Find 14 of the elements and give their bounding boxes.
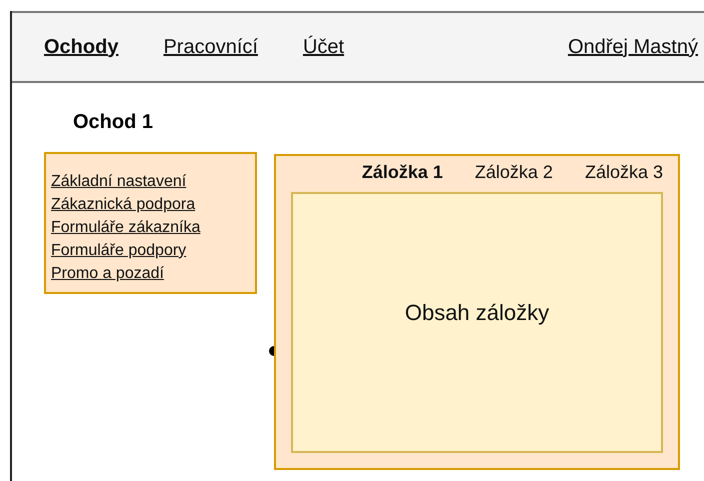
nav-link[interactable]: Pracovnící bbox=[163, 36, 258, 58]
user-link[interactable]: Ondřej Mastný bbox=[568, 36, 704, 58]
page-title: Ochod 1 bbox=[73, 111, 154, 135]
menu-link[interactable]: Formuláře zákazníka bbox=[51, 216, 255, 239]
menu-link[interactable]: Základní nastavení bbox=[51, 170, 255, 193]
menu-link[interactable]: Promo a pozadí bbox=[51, 262, 255, 285]
tab-content: Obsah záložky bbox=[291, 192, 663, 453]
nav-link[interactable]: Ochody bbox=[44, 36, 118, 58]
nav-link[interactable]: Účet bbox=[302, 36, 344, 58]
menu-link[interactable]: Formuláře podpory bbox=[51, 239, 255, 262]
tab[interactable]: Záložka 1 bbox=[362, 162, 443, 192]
tab[interactable]: Záložka 2 bbox=[474, 162, 553, 192]
tab[interactable]: Záložka 3 bbox=[584, 162, 663, 192]
menu-link[interactable]: Zákaznická podpora bbox=[51, 193, 255, 216]
